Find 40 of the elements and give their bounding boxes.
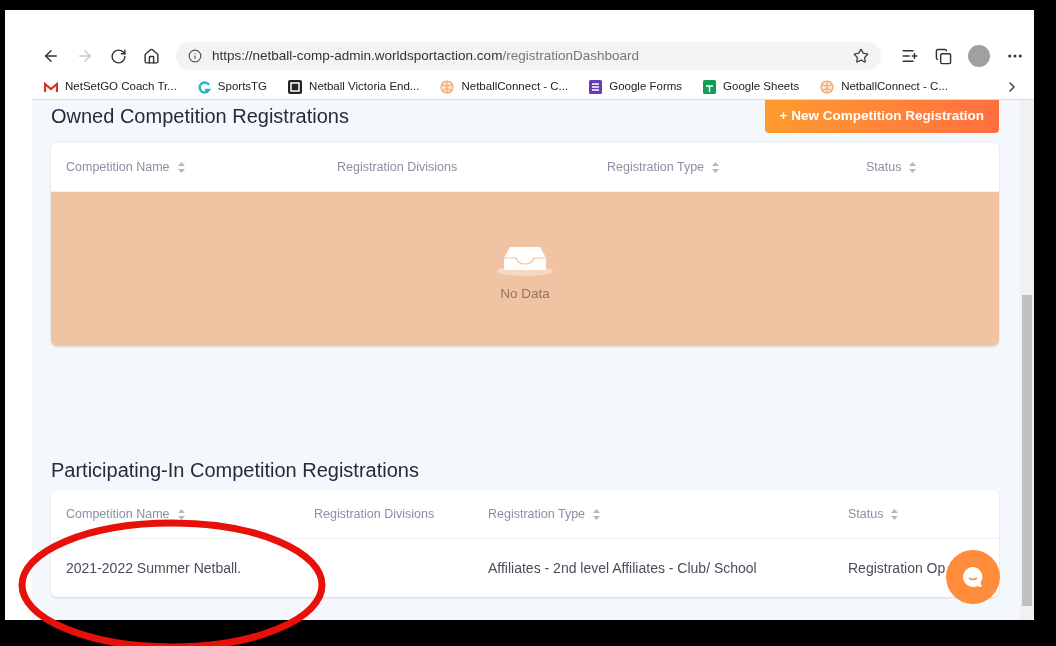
sort-icon[interactable]	[909, 161, 917, 173]
form-icon	[589, 80, 603, 94]
section-title: Owned Competition Registrations	[51, 104, 349, 129]
swirl-icon	[197, 80, 211, 94]
star-icon[interactable]	[853, 48, 869, 64]
info-icon[interactable]	[188, 49, 202, 63]
sort-icon[interactable]	[177, 161, 185, 173]
address-bar[interactable]: https://netball-comp-admin.worldsportaction.com/registrationDashboard	[176, 42, 881, 70]
mail-icon	[44, 81, 58, 93]
bookmark[interactable]: Netball Victoria End...	[288, 78, 420, 96]
collections-icon[interactable]	[935, 47, 952, 65]
table-cell-text: 2021-2022 Summer Netball.	[66, 558, 242, 578]
url-text: https://netball-comp-admin.worldsportaction.com/registrationDashboard	[212, 46, 640, 65]
ball-icon	[440, 80, 455, 94]
bookmark[interactable]: NetballConnect - C...	[440, 78, 569, 96]
home-icon[interactable]	[143, 47, 160, 65]
back-icon[interactable]	[42, 47, 60, 65]
chat-icon	[961, 565, 985, 589]
sort-icon[interactable]	[593, 508, 601, 520]
ball-icon	[820, 80, 835, 94]
scrollbar[interactable]	[1020, 100, 1034, 620]
table-cell-text: Registration Op	[848, 558, 946, 578]
reload-icon[interactable]	[110, 47, 127, 65]
square-icon	[288, 80, 303, 94]
bookmark[interactable]: NetSetGO Coach Tr...	[44, 78, 177, 96]
sort-icon[interactable]	[712, 161, 720, 173]
bookmark[interactable]: Google Sheets	[703, 78, 800, 96]
section-title: Participating-In Competition Registrations	[51, 458, 420, 482]
bookmark[interactable]: Google Forms	[589, 78, 683, 96]
bookmark[interactable]: NetballConnect - C...	[820, 78, 948, 96]
table-cell-text: Affiliates - 2nd level Affiliates - Club/ School	[488, 558, 757, 578]
bookmark[interactable]: SportsTG	[197, 78, 268, 96]
favorites-icon[interactable]	[901, 47, 919, 65]
spreadsheet-icon	[703, 80, 717, 94]
column-header: Registration Divisions	[337, 158, 458, 176]
sort-icon[interactable]	[891, 508, 899, 520]
sort-icon[interactable]	[177, 508, 185, 520]
empty-text: No Data	[500, 284, 550, 303]
column-header: Registration Divisions	[314, 505, 435, 523]
avatar[interactable]	[968, 45, 990, 67]
